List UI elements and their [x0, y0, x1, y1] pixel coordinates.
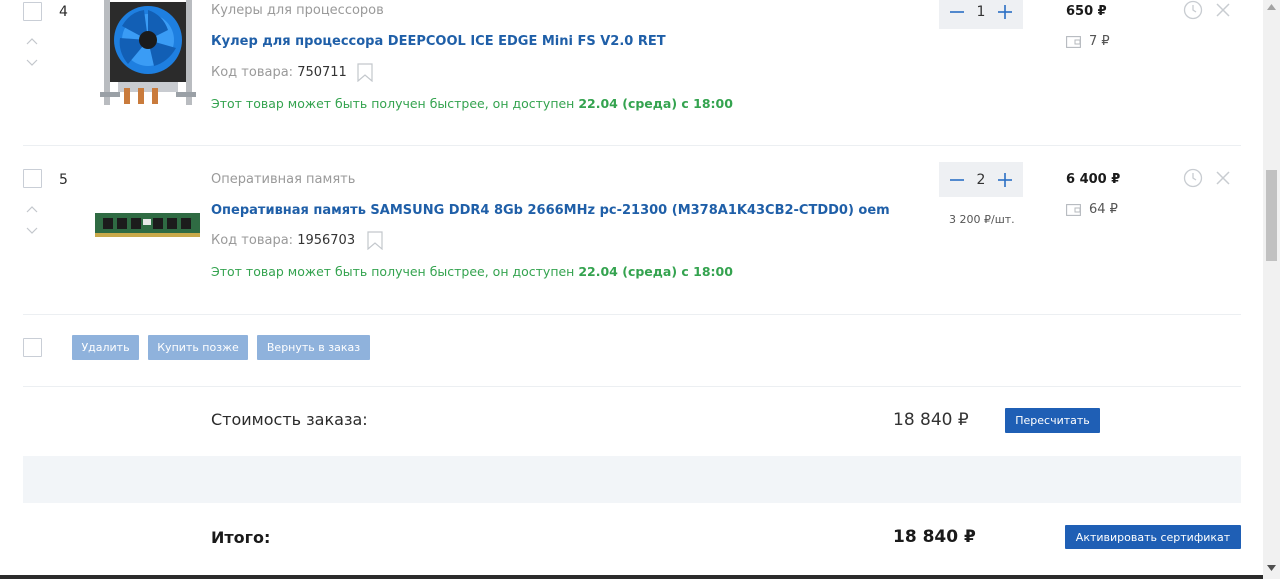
item-index: 4 — [59, 4, 68, 20]
quantity-value[interactable]: 2 — [977, 172, 986, 188]
wallet-icon — [1066, 35, 1081, 48]
minus-icon[interactable] — [949, 4, 965, 20]
buy-later-button[interactable]: Купить позже — [148, 335, 248, 360]
quantity-stepper: 2 — [939, 162, 1023, 197]
return-to-order-button[interactable]: Вернуть в заказ — [257, 335, 370, 360]
item-code-label: Код товара: — [211, 65, 294, 80]
item-code: Код товара: 1956703 — [211, 233, 355, 248]
clock-icon[interactable] — [1183, 0, 1203, 20]
item-code-label: Код товара: — [211, 233, 294, 248]
bottom-border — [0, 575, 1263, 579]
order-cost-value: 18 840 ₽ — [893, 410, 969, 430]
bonus-value: 64 ₽ — [1089, 202, 1118, 217]
chevron-down-icon[interactable] — [26, 59, 38, 67]
quantity-value[interactable]: 1 — [977, 4, 986, 20]
wallet-icon — [1066, 203, 1081, 216]
item-title-link[interactable]: Оперативная память SAMSUNG DDR4 8Gb 2666… — [211, 203, 890, 218]
item-price: 6 400 ₽ — [1066, 172, 1121, 187]
summary-band — [23, 456, 1241, 503]
availability-date: 22.04 (среда) с 18:00 — [578, 96, 733, 111]
item-title-link[interactable]: Кулер для процессора DEEPCOOL ICE EDGE M… — [211, 34, 666, 49]
item-category[interactable]: Кулеры для процессоров — [211, 3, 384, 18]
row-divider — [23, 145, 1241, 146]
chevron-up-icon[interactable] — [26, 205, 38, 213]
bookmark-icon[interactable] — [357, 63, 373, 82]
item-checkbox[interactable] — [23, 169, 42, 188]
availability-note: Этот товар может быть получен быстрее, о… — [211, 264, 733, 279]
availability-note: Этот товар может быть получен быстрее, о… — [211, 96, 733, 111]
total-value: 18 840 ₽ — [893, 527, 976, 547]
product-image-cooler[interactable] — [98, 0, 198, 110]
item-price: 650 ₽ — [1066, 4, 1107, 19]
availability-text: Этот товар может быть получен быстрее, о… — [211, 264, 575, 279]
recalculate-button[interactable]: Пересчитать — [1005, 408, 1100, 433]
scroll-up-icon[interactable] — [1267, 4, 1276, 10]
scroll-down-icon[interactable] — [1267, 565, 1276, 571]
product-image-ram[interactable] — [95, 211, 200, 241]
chevron-down-icon[interactable] — [26, 227, 38, 235]
total-label: Итого: — [211, 528, 271, 547]
availability-text: Этот товар может быть получен быстрее, о… — [211, 96, 575, 111]
activate-certificate-button[interactable]: Активировать сертификат — [1065, 525, 1241, 549]
scrollbar-thumb[interactable] — [1266, 170, 1277, 261]
quantity-stepper: 1 — [939, 0, 1023, 29]
delete-button[interactable]: Удалить — [72, 335, 139, 360]
close-icon[interactable] — [1213, 168, 1233, 188]
clock-icon[interactable] — [1183, 168, 1203, 188]
close-icon[interactable] — [1213, 0, 1233, 20]
bonus-value: 7 ₽ — [1089, 34, 1110, 49]
item-checkbox[interactable] — [23, 2, 42, 21]
bookmark-icon[interactable] — [367, 231, 383, 250]
order-cost-label: Стоимость заказа: — [211, 410, 368, 429]
scrollbar-track[interactable] — [1263, 0, 1280, 579]
item-code-value: 1956703 — [297, 233, 356, 248]
minus-icon[interactable] — [949, 172, 965, 188]
row-divider — [23, 314, 1241, 315]
row-divider — [23, 386, 1241, 387]
item-index: 5 — [59, 172, 68, 188]
item-code: Код товара: 750711 — [211, 65, 347, 80]
chevron-up-icon[interactable] — [26, 37, 38, 45]
item-category[interactable]: Оперативная память — [211, 172, 355, 187]
select-all-checkbox[interactable] — [23, 338, 42, 357]
availability-date: 22.04 (среда) с 18:00 — [578, 264, 733, 279]
item-bonus: 7 ₽ — [1066, 34, 1110, 49]
unit-price: 3 200 ₽/шт. — [949, 213, 1015, 226]
plus-icon[interactable] — [997, 172, 1013, 188]
item-code-value: 750711 — [297, 65, 347, 80]
item-bonus: 64 ₽ — [1066, 202, 1118, 217]
plus-icon[interactable] — [997, 4, 1013, 20]
